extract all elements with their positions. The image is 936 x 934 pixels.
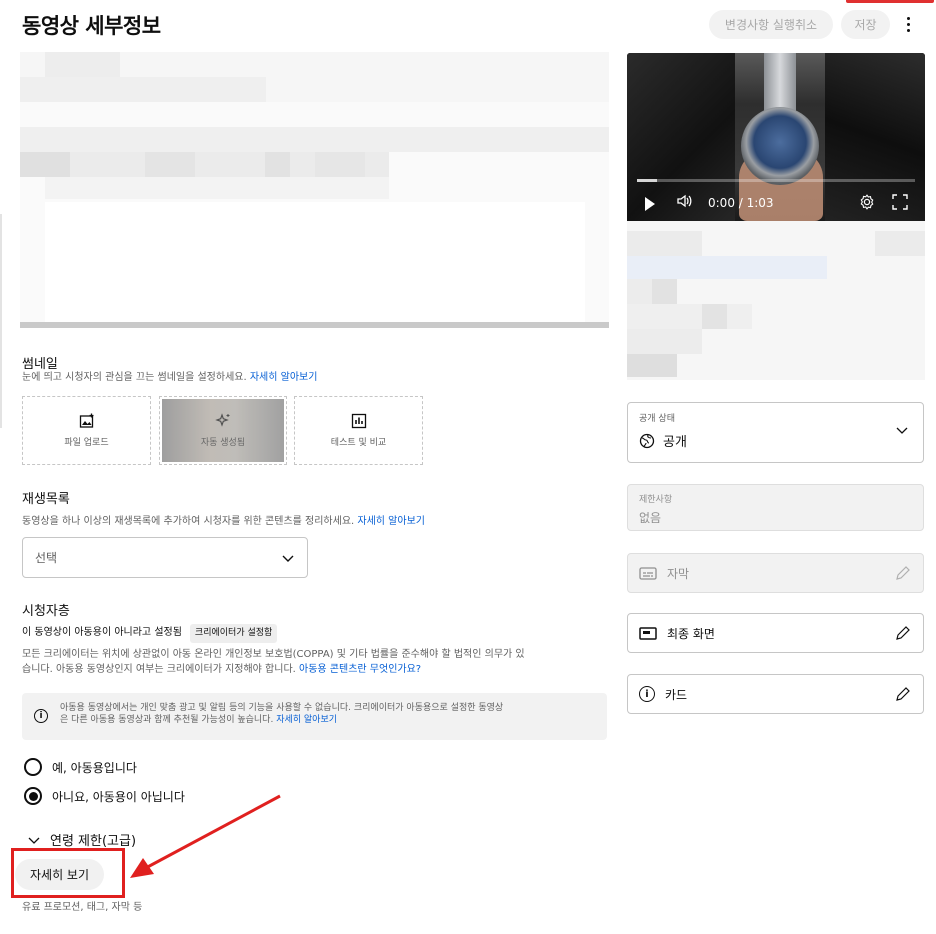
test-compare-thumbnail-button[interactable]: 테스트 및 비교: [294, 396, 423, 465]
thumbnail-desc: 눈에 띄고 시청자의 관심을 끄는 썸네일을 설정하세요. 자세히 알아보기: [22, 372, 318, 383]
video-time: 0:00 / 1:03: [708, 196, 774, 210]
fullscreen-icon[interactable]: [892, 194, 908, 210]
bar-chart-icon: [351, 413, 366, 429]
end-screen-icon: [639, 627, 657, 640]
info-circle-icon: i: [639, 686, 655, 702]
edit-pencil-icon[interactable]: [895, 686, 911, 702]
auto-generated-thumbnail[interactable]: 자동 생성됨: [159, 396, 287, 465]
more-options-icon[interactable]: [900, 13, 916, 35]
playlist-select[interactable]: 선택: [22, 537, 308, 578]
subtitles-row: 자막: [627, 553, 924, 593]
left-divider: [0, 214, 2, 428]
thumbnail-learn-more-link[interactable]: 자세히 알아보기: [250, 372, 318, 383]
audience-desc: 모든 크리에이터는 위치에 상관없이 아동 온라인 개인정보 보호법(COPPA…: [22, 649, 525, 675]
info-learn-more-link[interactable]: 자세히 알아보기: [276, 715, 337, 725]
undo-changes-button[interactable]: 변경사항 실행취소: [709, 10, 833, 39]
save-button[interactable]: 저장: [841, 10, 890, 39]
blurred-video-info: [627, 221, 925, 380]
video-progress-bar[interactable]: [637, 179, 915, 182]
subtitles-icon: [639, 567, 657, 580]
show-more-button[interactable]: 자세히 보기: [15, 859, 104, 890]
watch-thumbnail-image: [741, 107, 819, 185]
sparkle-icon: [215, 413, 230, 427]
info-icon: i: [34, 709, 48, 723]
show-more-description: 유료 프로모션, 태그, 자막 등: [22, 902, 143, 913]
visibility-dropdown[interactable]: 공개 상태 공개: [627, 402, 924, 463]
radio-made-for-kids[interactable]: 예, 아동용입니다: [24, 758, 137, 776]
page-title: 동영상 세부정보: [22, 14, 161, 38]
settings-gear-icon[interactable]: [859, 194, 875, 210]
chevron-down-icon: [282, 555, 294, 562]
video-player[interactable]: 0:00 / 1:03: [627, 53, 925, 221]
blurred-panel-divider: [20, 322, 609, 328]
red-corner-marker: [846, 0, 934, 3]
volume-icon[interactable]: [677, 194, 693, 208]
creator-set-badge: 크리에이터가 설정함: [189, 624, 278, 643]
restrictions-field: 제한사항 없음: [627, 484, 924, 531]
audience-info-box: i 아동용 동영상에서는 개인 맞춤 광고 및 알림 등의 기능을 사용할 수 …: [22, 693, 607, 740]
edit-pencil-icon[interactable]: [895, 625, 911, 641]
chevron-down-icon: [896, 427, 908, 434]
play-icon[interactable]: [645, 197, 655, 211]
audience-status: 이 동영상이 아동용이 아니라고 설정됨 크리에이터가 설정함: [22, 624, 278, 643]
audience-title: 시청자층: [22, 604, 70, 619]
upload-thumbnail-button[interactable]: 파일 업로드: [22, 396, 151, 465]
kids-content-link[interactable]: 아동용 콘텐츠란 무엇인가요?: [299, 664, 421, 675]
blurred-details-panel: [20, 52, 609, 328]
playlist-desc: 동영상을 하나 이상의 재생목록에 추가하여 시청자를 위한 콘텐츠를 정리하세…: [22, 516, 425, 527]
globe-icon: [639, 433, 655, 448]
playlist-title: 재생목록: [22, 492, 70, 507]
edit-pencil-icon: [896, 566, 910, 580]
red-annotation-arrow: [130, 794, 281, 878]
cards-row[interactable]: i 카드: [627, 674, 924, 714]
end-screen-row[interactable]: 최종 화면: [627, 613, 924, 653]
image-upload-icon: [79, 413, 93, 428]
playlist-learn-more-link[interactable]: 자세히 알아보기: [357, 516, 425, 527]
chevron-down-icon: [28, 837, 40, 844]
